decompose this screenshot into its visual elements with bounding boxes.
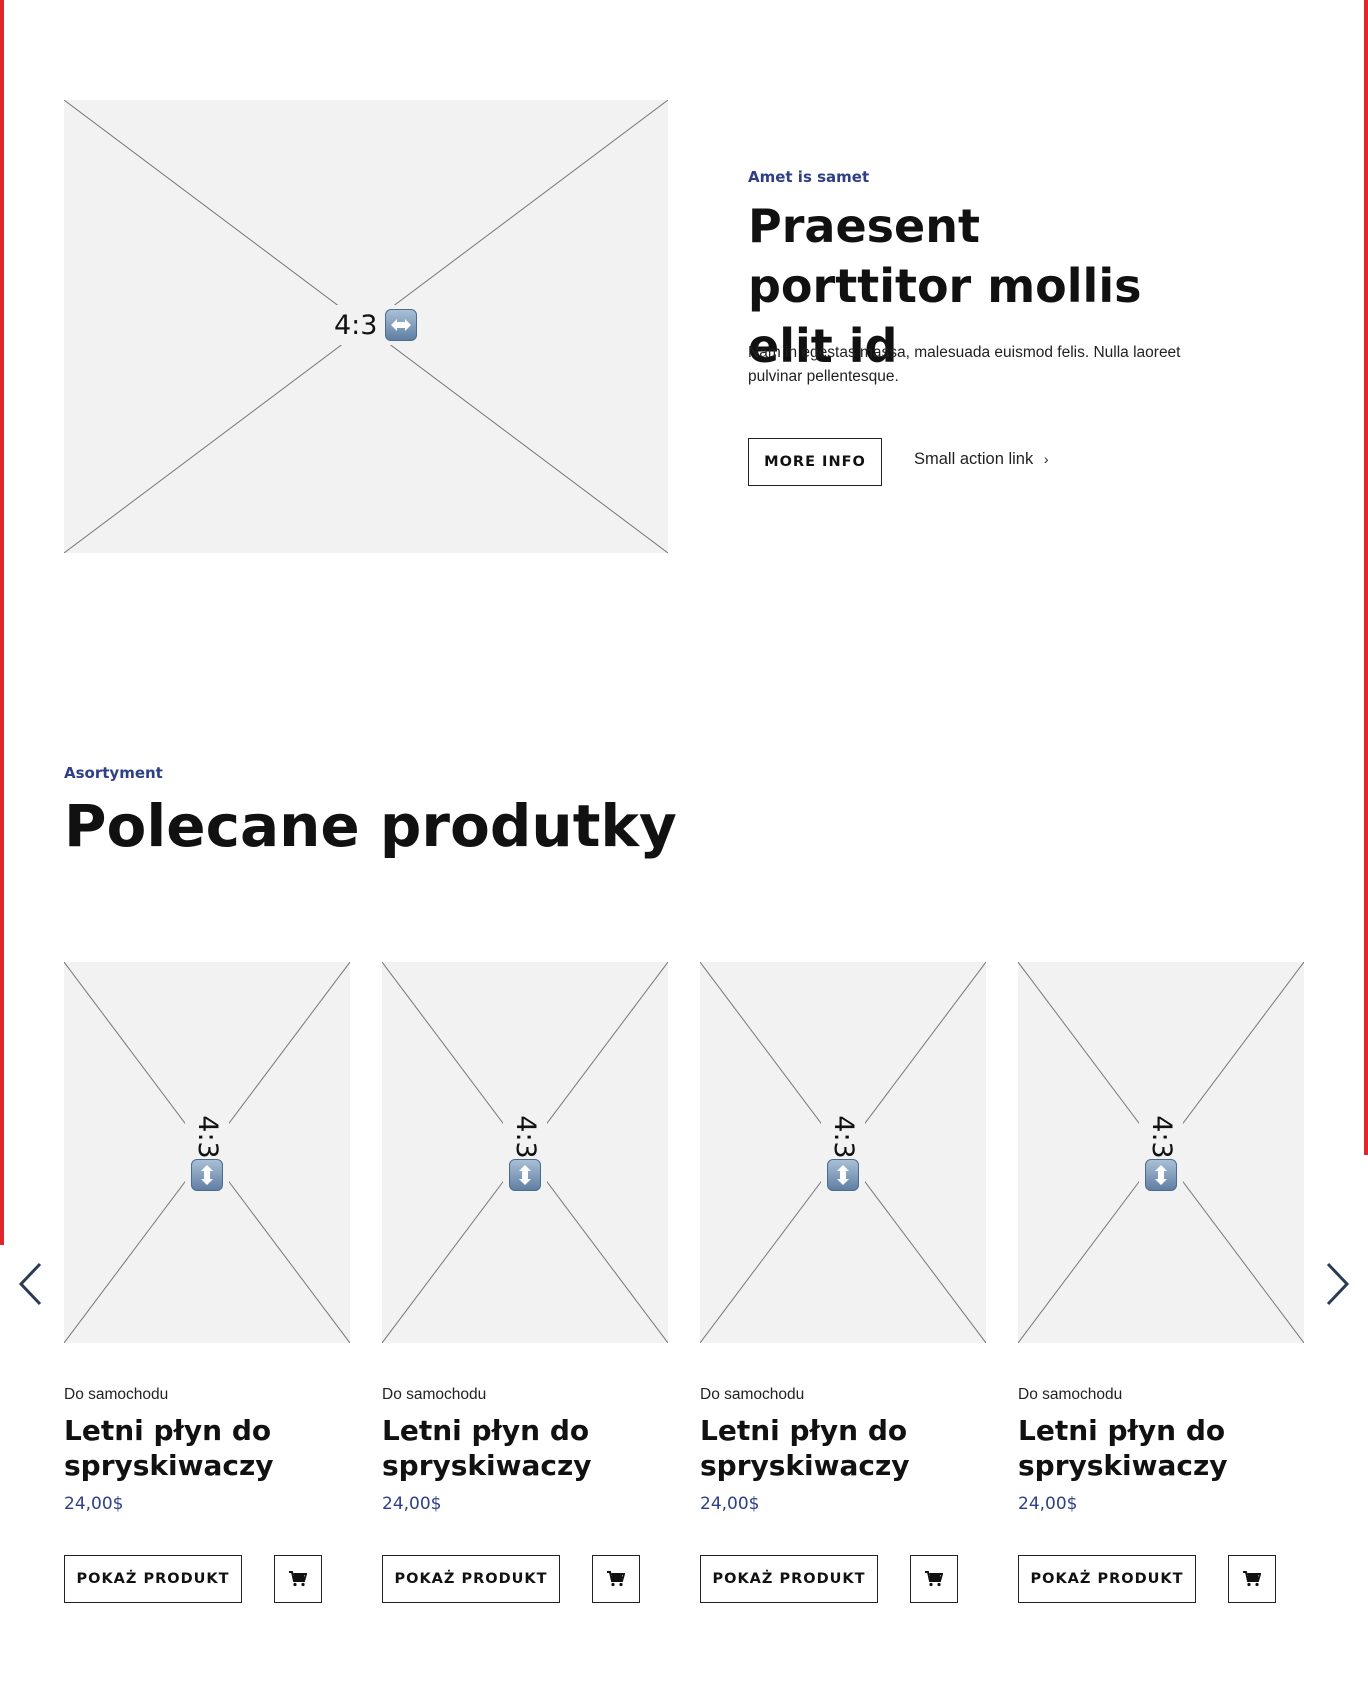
left-right-arrow-icon bbox=[385, 309, 418, 341]
product-price: 24,00$ bbox=[382, 1494, 442, 1514]
up-down-arrow-icon bbox=[191, 1159, 223, 1191]
hero-image-ratio-label: 4:3 bbox=[334, 309, 378, 341]
add-to-cart-button[interactable] bbox=[910, 1555, 958, 1603]
hero-description: Nam in egestas massa, malesuada euismod … bbox=[748, 344, 1181, 385]
product-image-placeholder: 4:3 bbox=[700, 962, 986, 1343]
product-image-placeholder: 4:3 bbox=[64, 962, 350, 1343]
product-image-placeholder: 4:3 bbox=[1018, 962, 1304, 1343]
right-guide-line bbox=[1364, 0, 1368, 1155]
show-product-button-label: POKAŻ PRODUKT bbox=[712, 1571, 866, 1587]
product-category: Do samochodu bbox=[700, 1386, 805, 1403]
cart-icon bbox=[1243, 1571, 1261, 1587]
product-image-ratio-label: 4:3 bbox=[828, 1115, 859, 1159]
hero-eyebrow: Amet is samet bbox=[748, 168, 870, 186]
chevron-right-icon: › bbox=[1043, 451, 1049, 467]
small-action-link[interactable]: Small action link › bbox=[914, 450, 1048, 469]
show-product-button[interactable]: POKAŻ PRODUKT bbox=[700, 1555, 878, 1603]
product-title: Letni płyn do spryskiwaczy bbox=[64, 1414, 274, 1482]
show-product-button[interactable]: POKAŻ PRODUKT bbox=[1018, 1555, 1196, 1603]
show-product-button-label: POKAŻ PRODUKT bbox=[394, 1571, 548, 1587]
product-image-ratio-label: 4:3 bbox=[192, 1115, 223, 1159]
chevron-left-icon bbox=[18, 1262, 42, 1306]
product-title: Letni płyn do spryskiwaczy bbox=[700, 1414, 910, 1482]
cart-icon bbox=[289, 1571, 307, 1587]
product-image-ratio-label: 4:3 bbox=[1146, 1115, 1177, 1159]
section-title: Polecane produtky bbox=[64, 792, 677, 860]
add-to-cart-button[interactable] bbox=[1228, 1555, 1276, 1603]
show-product-button[interactable]: POKAŻ PRODUKT bbox=[64, 1555, 242, 1603]
section-eyebrow: Asortyment bbox=[64, 764, 163, 782]
show-product-button-label: POKAŻ PRODUKT bbox=[76, 1571, 230, 1587]
product-title: Letni płyn do spryskiwaczy bbox=[382, 1414, 592, 1482]
product-price: 24,00$ bbox=[1018, 1494, 1078, 1514]
carousel-prev-button[interactable] bbox=[10, 1259, 50, 1309]
product-title: Letni płyn do spryskiwaczy bbox=[1018, 1414, 1228, 1482]
product-price: 24,00$ bbox=[700, 1494, 760, 1514]
product-category: Do samochodu bbox=[1018, 1386, 1123, 1403]
cart-icon bbox=[925, 1571, 943, 1587]
cart-icon bbox=[607, 1571, 625, 1587]
product-image-placeholder: 4:3 bbox=[382, 962, 668, 1343]
hero-image-placeholder: 4:3 bbox=[64, 100, 668, 553]
product-category: Do samochodu bbox=[382, 1386, 487, 1403]
small-action-link-label: Small action link bbox=[914, 450, 1034, 468]
add-to-cart-button[interactable] bbox=[274, 1555, 322, 1603]
up-down-arrow-icon bbox=[827, 1159, 859, 1191]
chevron-right-icon bbox=[1326, 1262, 1350, 1306]
left-guide-line bbox=[0, 0, 4, 1245]
carousel-next-button[interactable] bbox=[1318, 1259, 1358, 1309]
product-price: 24,00$ bbox=[64, 1494, 124, 1514]
more-info-button[interactable]: MORE INFO bbox=[748, 438, 882, 486]
more-info-button-label: MORE INFO bbox=[764, 454, 866, 470]
add-to-cart-button[interactable] bbox=[592, 1555, 640, 1603]
product-category: Do samochodu bbox=[64, 1386, 169, 1403]
up-down-arrow-icon bbox=[1145, 1159, 1177, 1191]
product-image-ratio-label: 4:3 bbox=[510, 1115, 541, 1159]
show-product-button-label: POKAŻ PRODUKT bbox=[1030, 1571, 1184, 1587]
show-product-button[interactable]: POKAŻ PRODUKT bbox=[382, 1555, 560, 1603]
up-down-arrow-icon bbox=[509, 1159, 541, 1191]
